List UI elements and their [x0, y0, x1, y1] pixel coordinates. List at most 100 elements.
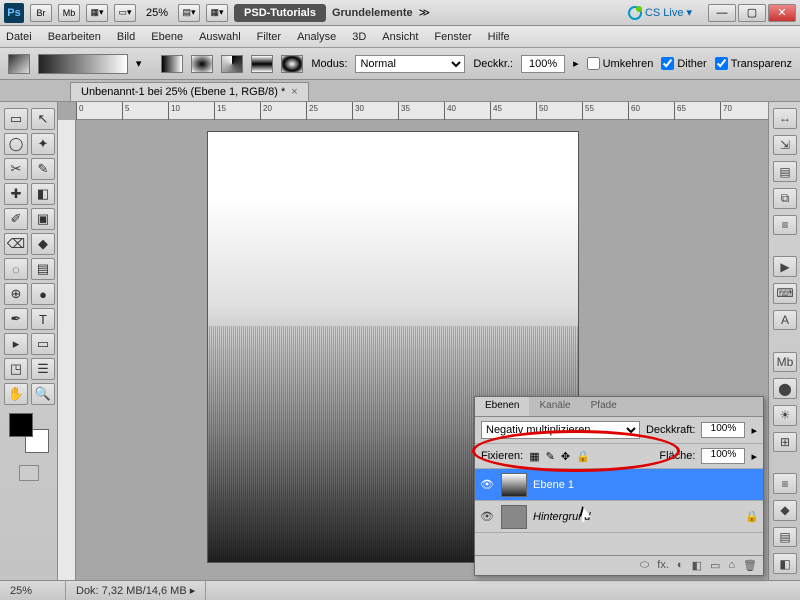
- lock-position-icon[interactable]: ✥: [561, 450, 570, 463]
- tool-2[interactable]: ◯: [4, 133, 28, 155]
- tool-preset-picker[interactable]: [8, 54, 30, 74]
- minimize-button[interactable]: —: [708, 4, 736, 22]
- gradient-angle[interactable]: [221, 55, 243, 73]
- tool-8[interactable]: ✐: [4, 208, 28, 230]
- blend-mode-select[interactable]: Normal: [355, 55, 465, 73]
- group-icon[interactable]: ▭: [710, 559, 720, 572]
- tool-17[interactable]: T: [31, 308, 55, 330]
- mask-icon[interactable]: ◐: [677, 559, 684, 572]
- foreground-color[interactable]: [9, 413, 33, 437]
- tool-16[interactable]: ✒: [4, 308, 28, 330]
- tool-11[interactable]: ◆: [31, 233, 55, 255]
- menu-bild[interactable]: Bild: [117, 31, 135, 43]
- tool-14[interactable]: ⊕: [4, 283, 28, 305]
- visibility-icon[interactable]: 👁: [479, 478, 495, 491]
- layer-opacity-field[interactable]: 100%: [701, 422, 745, 438]
- panel-icon-7[interactable]: A: [773, 310, 797, 331]
- reverse-checkbox[interactable]: Umkehren: [587, 57, 654, 70]
- link-layers-icon[interactable]: ⬭: [640, 559, 649, 572]
- arrange-docs-button[interactable]: ▦▾: [86, 4, 108, 22]
- tool-10[interactable]: ⌫: [4, 233, 28, 255]
- visibility-icon[interactable]: 👁: [479, 510, 495, 523]
- lock-pixels-icon[interactable]: ✎: [546, 450, 555, 463]
- tab-pfade[interactable]: Pfade: [581, 397, 627, 416]
- tool-23[interactable]: 🔍: [31, 383, 55, 405]
- gradient-diamond[interactable]: [281, 55, 303, 73]
- menu-ansicht[interactable]: Ansicht: [382, 31, 418, 43]
- menu-bearbeiten[interactable]: Bearbeiten: [48, 31, 101, 43]
- layer-blend-mode[interactable]: Negativ multiplizieren: [481, 421, 640, 439]
- tool-6[interactable]: ✚: [4, 183, 28, 205]
- tool-19[interactable]: ▭: [31, 333, 55, 355]
- workspace-name[interactable]: Grundelemente: [332, 7, 413, 19]
- close-tab-icon[interactable]: ×: [291, 86, 297, 98]
- transparency-checkbox[interactable]: Transparenz: [715, 57, 792, 70]
- panel-icon-8[interactable]: Mb: [773, 352, 797, 373]
- fill-field[interactable]: 100%: [701, 448, 745, 464]
- panel-icon-1[interactable]: ⇲: [773, 135, 797, 156]
- tool-13[interactable]: ▤: [31, 258, 55, 280]
- tool-20[interactable]: ◳: [4, 358, 28, 380]
- gradient-linear[interactable]: [161, 55, 183, 73]
- adjustment-icon[interactable]: ◧: [692, 559, 702, 572]
- tool-18[interactable]: ▸: [4, 333, 28, 355]
- trash-icon[interactable]: 🗑: [743, 559, 757, 572]
- tool-9[interactable]: ▣: [31, 208, 55, 230]
- lock-all-icon[interactable]: 🔒: [576, 450, 590, 463]
- menu-analyse[interactable]: Analyse: [297, 31, 336, 43]
- tool-4[interactable]: ✂: [4, 158, 28, 180]
- bridge-button[interactable]: Br: [30, 4, 52, 22]
- color-swatches[interactable]: [9, 413, 49, 453]
- menu-auswahl[interactable]: Auswahl: [199, 31, 241, 43]
- tab-ebenen[interactable]: Ebenen: [475, 397, 529, 416]
- cs-live-button[interactable]: CS Live ▾: [628, 6, 692, 20]
- extras-button-1[interactable]: ▤▾: [178, 4, 200, 22]
- panel-icon-14[interactable]: ▤: [773, 527, 797, 548]
- quickmask-button[interactable]: [19, 465, 39, 481]
- panel-icon-12[interactable]: ≡: [773, 473, 797, 494]
- gradient-radial[interactable]: [191, 55, 213, 73]
- maximize-button[interactable]: ▢: [738, 4, 766, 22]
- panel-icon-11[interactable]: ⊞: [773, 432, 797, 453]
- tool-7[interactable]: ◧: [31, 183, 55, 205]
- dither-checkbox[interactable]: Dither: [661, 57, 706, 70]
- extras-button-2[interactable]: ▦▾: [206, 4, 228, 22]
- close-button[interactable]: ✕: [768, 4, 796, 22]
- layer-item-hintergrund[interactable]: 👁 Hintergrund 🔒: [475, 501, 763, 533]
- tool-3[interactable]: ✦: [31, 133, 55, 155]
- tool-0[interactable]: ▭: [4, 108, 28, 130]
- document-tab[interactable]: Unbenannt-1 bei 25% (Ebene 1, RGB/8) *×: [70, 82, 309, 101]
- menu-ebene[interactable]: Ebene: [151, 31, 183, 43]
- panel-icon-10[interactable]: ☀: [773, 405, 797, 426]
- layer-thumbnail[interactable]: [501, 505, 527, 529]
- menu-fenster[interactable]: Fenster: [434, 31, 471, 43]
- menu-filter[interactable]: Filter: [257, 31, 281, 43]
- menu-hilfe[interactable]: Hilfe: [488, 31, 510, 43]
- menu-datei[interactable]: Datei: [6, 31, 32, 43]
- tool-12[interactable]: ◌: [4, 258, 28, 280]
- panel-icon-2[interactable]: ▤: [773, 161, 797, 182]
- menu-3d[interactable]: 3D: [352, 31, 366, 43]
- panel-icon-15[interactable]: ◧: [773, 553, 797, 574]
- lock-transparent-icon[interactable]: ▦: [529, 450, 539, 463]
- new-layer-icon[interactable]: ⌂: [728, 559, 735, 572]
- panel-icon-3[interactable]: ⧉: [773, 188, 797, 209]
- tool-15[interactable]: ●: [31, 283, 55, 305]
- gradient-preview[interactable]: [38, 54, 128, 74]
- layer-thumbnail[interactable]: [501, 473, 527, 497]
- tool-22[interactable]: ✋: [4, 383, 28, 405]
- panel-icon-5[interactable]: ▶: [773, 256, 797, 277]
- minibridge-button[interactable]: Mb: [58, 4, 80, 22]
- fx-icon[interactable]: fx.: [657, 559, 669, 572]
- panel-icon-6[interactable]: ⌨: [773, 283, 797, 304]
- screen-mode-button[interactable]: ▭▾: [114, 4, 136, 22]
- layer-name[interactable]: Hintergrund: [533, 511, 739, 523]
- panel-icon-0[interactable]: ↔: [773, 108, 797, 129]
- tool-1[interactable]: ↖: [31, 108, 55, 130]
- workspace-pill[interactable]: PSD-Tutorials: [234, 4, 326, 22]
- tool-21[interactable]: ☰: [31, 358, 55, 380]
- tool-5[interactable]: ✎: [31, 158, 55, 180]
- panel-icon-13[interactable]: ◆: [773, 500, 797, 521]
- zoom-level[interactable]: 25%: [142, 7, 172, 19]
- opacity-field[interactable]: [521, 55, 565, 73]
